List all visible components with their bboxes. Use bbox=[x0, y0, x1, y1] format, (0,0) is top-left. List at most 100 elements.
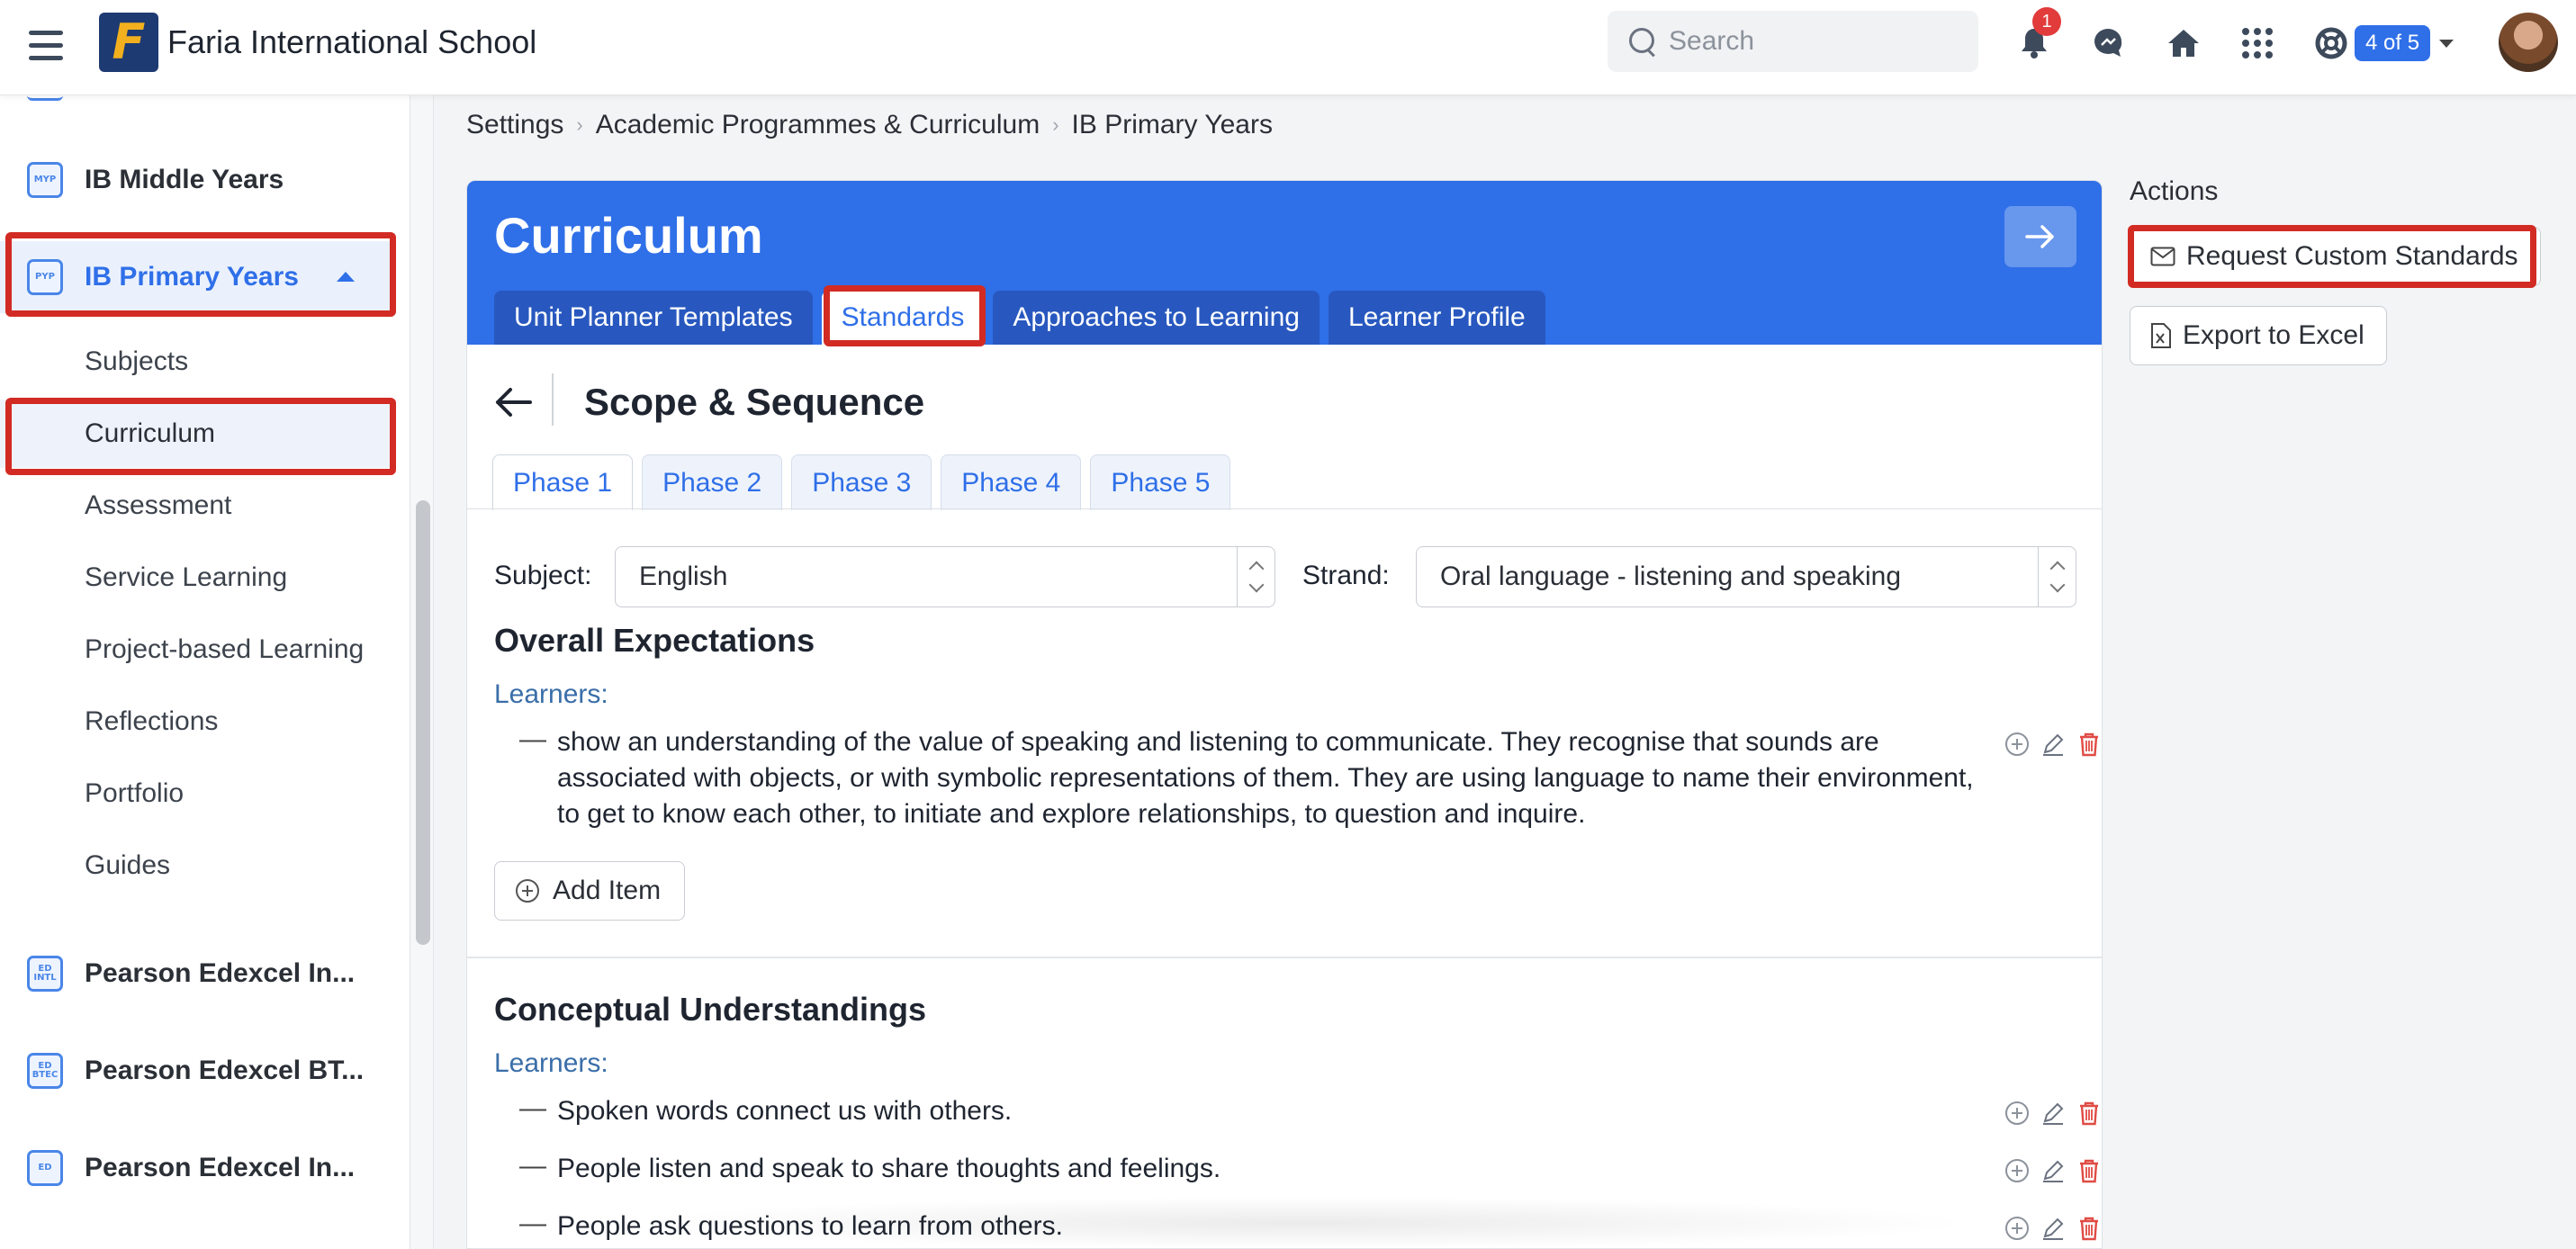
subject-select[interactable]: English bbox=[615, 546, 1275, 607]
add-circle-icon[interactable] bbox=[2003, 730, 2031, 759]
edexcel-icon: ED bbox=[27, 1150, 63, 1186]
sidebar-subitem-assessment[interactable]: Assessment bbox=[0, 472, 396, 540]
subject-label: Subject: bbox=[494, 561, 592, 590]
item-actions bbox=[2003, 1156, 2102, 1185]
sidebar-subitem-label: Subjects bbox=[85, 346, 189, 376]
tab-phase-5[interactable]: Phase 5 bbox=[1090, 454, 1231, 510]
trash-icon[interactable] bbox=[2075, 1214, 2102, 1243]
sidebar-subitem-label: Service Learning bbox=[85, 562, 288, 592]
list-item-text: Spoken words connect us with others. bbox=[557, 1096, 1013, 1126]
sidebar-subitem-label: Guides bbox=[85, 850, 171, 880]
school-logo[interactable]: F bbox=[99, 13, 158, 72]
tab-phase-2[interactable]: Phase 2 bbox=[642, 454, 783, 510]
divider bbox=[552, 373, 554, 426]
add-item-label: Add Item bbox=[553, 876, 662, 905]
lifebuoy-icon[interactable] bbox=[2310, 22, 2353, 65]
add-item-button[interactable]: Add Item bbox=[494, 861, 686, 921]
school-name[interactable]: Faria International School bbox=[167, 23, 536, 61]
export-to-excel-button[interactable]: Export to Excel bbox=[2130, 306, 2387, 365]
trash-icon[interactable] bbox=[2075, 1156, 2102, 1185]
list-item-text: People ask questions to learn from other… bbox=[557, 1211, 1063, 1241]
chevron-down-icon[interactable] bbox=[2439, 40, 2454, 48]
apps-grid-icon[interactable] bbox=[2236, 22, 2279, 65]
list-item: — show an understanding of the value of … bbox=[494, 724, 2098, 841]
learners-label: Learners: bbox=[494, 679, 608, 709]
sidebar-item-label: IB Primary Years bbox=[85, 262, 299, 292]
request-custom-standards-button[interactable]: Request Custom Standards bbox=[2130, 227, 2541, 286]
tab-unit-planner-templates[interactable]: Unit Planner Templates bbox=[494, 291, 813, 345]
section-title: Scope & Sequence bbox=[584, 381, 925, 423]
pyp-icon: PYP bbox=[27, 259, 63, 295]
sidebar-subitem-portfolio[interactable]: Portfolio bbox=[0, 759, 396, 828]
add-circle-icon[interactable] bbox=[2003, 1214, 2031, 1243]
sidebar-item-ib-middle-years[interactable]: MYP IB Middle Years bbox=[0, 144, 396, 216]
add-circle-icon[interactable] bbox=[2003, 1099, 2031, 1128]
chevron-up-icon[interactable] bbox=[337, 272, 355, 282]
card-tabs: Unit Planner Templates Standards Approac… bbox=[494, 291, 1545, 345]
menu-icon[interactable] bbox=[25, 25, 67, 67]
top-bar: F Faria International School 1 4 of 5 bbox=[0, 0, 2576, 95]
list-item: — People listen and speak to share thoug… bbox=[494, 1151, 2098, 1191]
myp-icon: MYP bbox=[27, 162, 63, 198]
tab-phase-3[interactable]: Phase 3 bbox=[791, 454, 932, 510]
pencil-icon[interactable] bbox=[2039, 1214, 2067, 1243]
sidebar-subitem-curriculum[interactable]: Curriculum bbox=[0, 400, 396, 468]
tab-approaches-to-learning[interactable]: Approaches to Learning bbox=[993, 291, 1320, 345]
request-custom-standards-label: Request Custom Standards bbox=[2186, 241, 2518, 271]
chat-icon[interactable] bbox=[2086, 22, 2130, 65]
tab-phase-4[interactable]: Phase 4 bbox=[941, 454, 1082, 510]
sidebar-item-label: Pearson Edexcel In... bbox=[85, 958, 356, 988]
sidebar-subitem-service-learning[interactable]: Service Learning bbox=[0, 544, 396, 612]
search-input[interactable] bbox=[1669, 26, 1966, 57]
avatar[interactable] bbox=[2499, 13, 2558, 72]
learners-label: Learners: bbox=[494, 1048, 608, 1078]
curriculum-card: Curriculum Unit Planner Templates Standa… bbox=[466, 180, 2103, 1249]
list-dash: — bbox=[519, 724, 546, 754]
sidebar-item-pearson-edexcel-in[interactable]: ED Pearson Edexcel In... bbox=[0, 1132, 396, 1204]
subject-select-value: English bbox=[639, 562, 728, 591]
arrow-right-icon bbox=[2025, 225, 2054, 248]
trash-icon[interactable] bbox=[2075, 1099, 2102, 1128]
strand-label: Strand: bbox=[1302, 561, 1390, 590]
breadcrumb-ib-primary-years[interactable]: IB Primary Years bbox=[1072, 110, 1273, 140]
strand-select[interactable]: Oral language - listening and speaking bbox=[1416, 546, 2076, 607]
list-dash: — bbox=[519, 1151, 546, 1181]
list-item: — People ask questions to learn from oth… bbox=[494, 1209, 2098, 1248]
pencil-icon[interactable] bbox=[2039, 1156, 2067, 1185]
sidebar-item-label: Pearson Edexcel BT... bbox=[85, 1056, 365, 1085]
overall-expectations-title: Overall Expectations bbox=[494, 622, 815, 659]
sidebar-subitem-label: Curriculum bbox=[85, 418, 216, 448]
pencil-icon[interactable] bbox=[2039, 730, 2067, 759]
sidebar-item-pearson-edexcel-btec[interactable]: ED BTEC Pearson Edexcel BT... bbox=[0, 1035, 396, 1107]
tab-standards[interactable]: Standards bbox=[821, 291, 985, 345]
edexcel-btec-icon: ED BTEC bbox=[27, 1053, 63, 1089]
list-item: — Spoken words connect us with others. bbox=[494, 1093, 2098, 1133]
school-switcher-badge[interactable]: 4 of 5 bbox=[2355, 25, 2431, 61]
sidebar-subitem-subjects[interactable]: Subjects bbox=[0, 328, 396, 396]
sidebar-subitem-guides[interactable]: Guides bbox=[0, 831, 396, 900]
add-circle-icon[interactable] bbox=[2003, 1156, 2031, 1185]
logo-letter: F bbox=[112, 13, 146, 70]
export-to-excel-label: Export to Excel bbox=[2183, 320, 2364, 350]
sidebar-subitem-reflections[interactable]: Reflections bbox=[0, 687, 396, 756]
sidebar-subitem-project-based-learning[interactable]: Project-based Learning bbox=[0, 616, 396, 684]
tab-learner-profile[interactable]: Learner Profile bbox=[1328, 291, 1545, 345]
sidebar-subitem-label: Project-based Learning bbox=[85, 634, 365, 664]
sidebar-item-ib-primary-years[interactable]: PYP IB Primary Years bbox=[0, 241, 396, 313]
pencil-icon[interactable] bbox=[2039, 1099, 2067, 1128]
tab-phase-1[interactable]: Phase 1 bbox=[492, 454, 634, 510]
sidebar-scrollbar[interactable] bbox=[416, 500, 430, 945]
breadcrumb-settings[interactable]: Settings bbox=[466, 110, 563, 140]
breadcrumb-academic-programmes[interactable]: Academic Programmes & Curriculum bbox=[596, 110, 1040, 140]
trash-icon[interactable] bbox=[2075, 730, 2102, 759]
back-arrow-icon[interactable] bbox=[492, 384, 534, 420]
add-circle-icon bbox=[516, 879, 539, 903]
search-box[interactable] bbox=[1608, 11, 1978, 72]
strand-select-value: Oral language - listening and speaking bbox=[1440, 562, 1902, 591]
sidebar-item-pearson-edexcel-intl[interactable]: ED INTL Pearson Edexcel In... bbox=[0, 938, 396, 1010]
arrow-right-button[interactable] bbox=[2004, 206, 2076, 267]
home-icon[interactable] bbox=[2162, 22, 2205, 65]
search-icon bbox=[1627, 26, 1658, 57]
chevron-right-icon: › bbox=[1052, 113, 1059, 136]
actions-title: Actions bbox=[2130, 176, 2219, 206]
